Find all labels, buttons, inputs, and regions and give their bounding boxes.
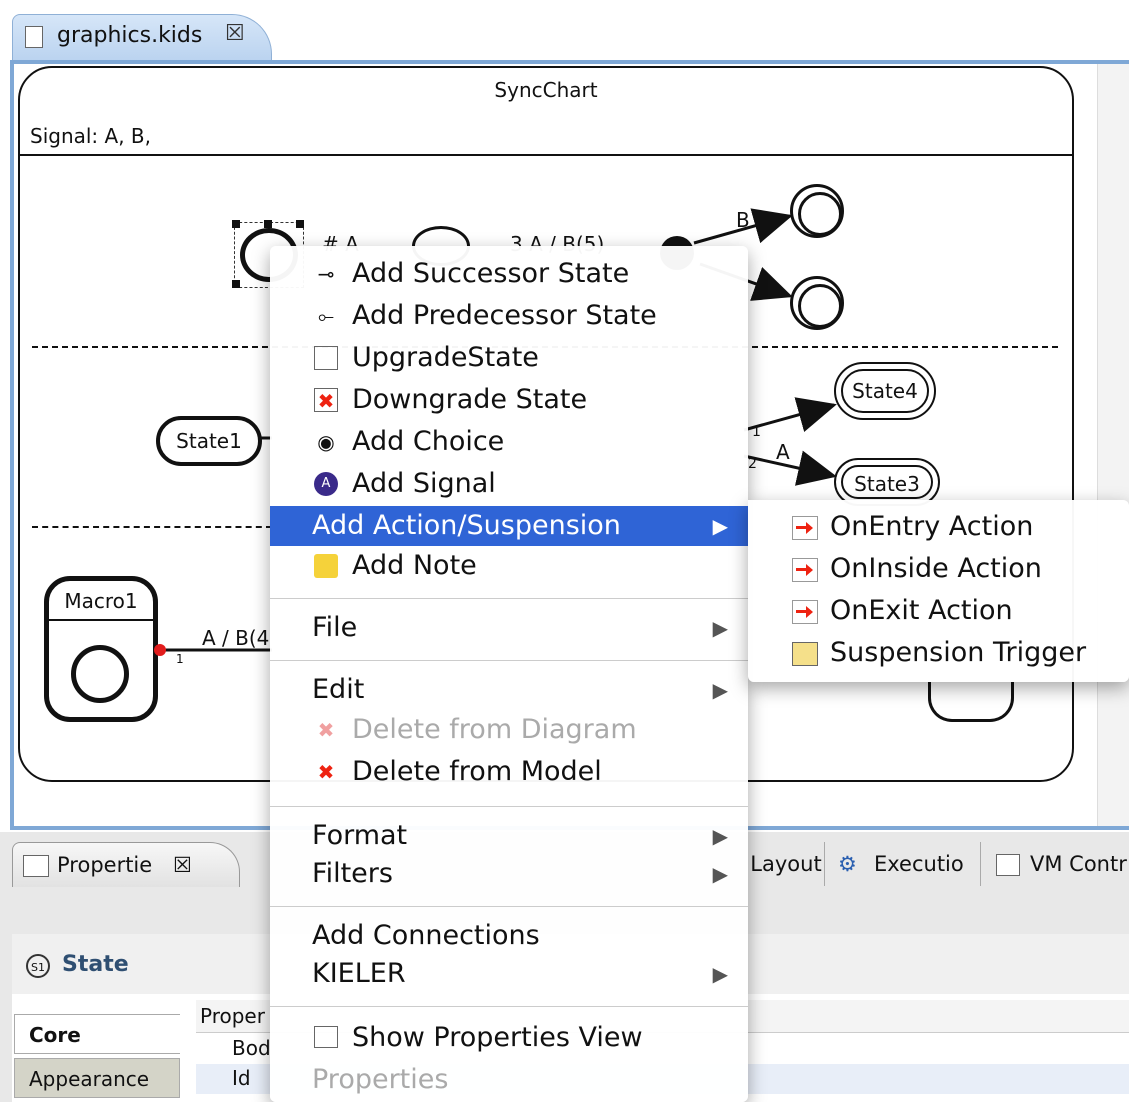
downgrade-icon: ✖: [314, 388, 338, 413]
signal-icon: A: [314, 472, 338, 496]
transition-label: B: [736, 208, 750, 232]
delete-icon: ✖: [317, 760, 335, 784]
menu-item-format[interactable]: Format ▶: [270, 816, 748, 856]
delete-icon: ✖: [317, 718, 335, 742]
state-badge-icon: S1: [26, 954, 50, 978]
note-icon: [314, 554, 338, 578]
priority-label: 2: [748, 456, 757, 472]
successor-icon: ⊸: [317, 262, 335, 286]
context-menu: ⊸ Add Successor State ⟜ Add Predecessor St…: [270, 246, 748, 1102]
resize-handle[interactable]: [232, 280, 240, 288]
predecessor-icon: ⟜: [318, 304, 334, 328]
menu-item-kieler[interactable]: KIELER ▶: [270, 954, 748, 994]
menu-item-edit[interactable]: Edit ▶: [270, 670, 748, 710]
resize-handle[interactable]: [232, 220, 240, 228]
tab-layout[interactable]: Layout: [748, 842, 825, 886]
properties-section-title: State: [62, 952, 129, 977]
submenu-arrow-icon: ▶: [712, 962, 728, 986]
gear-icon: ⚙: [838, 852, 857, 876]
transition-label: A / B(4: [202, 626, 270, 650]
final-state[interactable]: [790, 276, 844, 330]
tab-execution[interactable]: ⚙ Executio: [832, 842, 981, 886]
menu-item-add-connections[interactable]: Add Connections: [270, 916, 748, 956]
table-row[interactable]: Bod: [232, 1036, 271, 1060]
tab-properties[interactable]: Propertie ☒: [12, 842, 240, 887]
menu-separator: [270, 1006, 748, 1007]
submenu-item-onexit-action[interactable]: OnExit Action: [748, 590, 1129, 632]
menu-item-upgrade-state[interactable]: UpgradeState: [270, 338, 748, 378]
suspension-icon: [792, 642, 818, 666]
table-row[interactable]: Id: [232, 1066, 251, 1090]
menu-separator: [270, 660, 748, 661]
menu-separator: [270, 906, 748, 907]
macro1-inner-state[interactable]: [71, 645, 129, 703]
transition-label: A: [776, 440, 790, 464]
macro1-divider: [49, 619, 153, 621]
properties-view-icon: [23, 855, 49, 877]
submenu-item-suspension-trigger[interactable]: Suspension Trigger: [748, 632, 1129, 674]
state4[interactable]: State4: [834, 362, 936, 420]
menu-item-filters[interactable]: Filters ▶: [270, 854, 748, 894]
state1-label: State1: [176, 429, 242, 453]
macro1-state[interactable]: Macro1: [44, 576, 158, 722]
menu-item-file[interactable]: File ▶: [270, 608, 748, 648]
state3-label: State3: [841, 465, 933, 499]
final-state[interactable]: [790, 184, 844, 238]
menu-item-add-note[interactable]: Add Note: [270, 546, 748, 586]
submenu-item-onentry-action[interactable]: OnEntry Action: [748, 506, 1129, 548]
inside-action-icon: [792, 558, 818, 582]
menu-item-add-choice[interactable]: ◉ Add Choice: [270, 422, 748, 462]
partial-state[interactable]: [928, 682, 1014, 722]
close-tab-icon[interactable]: ☒: [173, 843, 192, 887]
menu-item-add-predecessor-state[interactable]: ⟜ Add Predecessor State: [270, 296, 748, 336]
choice-icon: ◉: [317, 430, 335, 454]
submenu-arrow-icon: ▶: [712, 678, 728, 702]
window-icon: [996, 854, 1020, 876]
menu-item-delete-from-diagram[interactable]: ✖ Delete from Diagram: [270, 710, 748, 750]
tab-properties-label: Propertie: [57, 853, 153, 877]
transition-source-handle[interactable]: [154, 644, 166, 656]
priority-label: 1: [176, 652, 184, 666]
menu-separator: [270, 806, 748, 807]
menu-item-delete-from-model[interactable]: ✖ Delete from Model: [270, 752, 748, 792]
menu-item-add-action-suspension[interactable]: Add Action/Suspension ▶: [270, 506, 748, 546]
resize-handle[interactable]: [296, 220, 304, 228]
side-tab-appearance[interactable]: Appearance: [14, 1058, 180, 1098]
menu-separator: [270, 598, 748, 599]
column-header-property: Proper: [200, 1004, 265, 1028]
menu-item-show-properties-view[interactable]: Show Properties View: [270, 1018, 748, 1058]
tab-vm-control[interactable]: VM Contr: [990, 842, 1129, 886]
submenu-arrow-icon: ▶: [712, 514, 728, 538]
tab-vm-control-label: VM Contr: [1030, 852, 1127, 876]
macro1-label: Macro1: [64, 589, 138, 613]
submenu-arrow-icon: ▶: [712, 616, 728, 640]
action-suspension-submenu: OnEntry Action OnInside Action OnExit Ac…: [748, 500, 1129, 682]
properties-icon: [314, 1026, 338, 1048]
submenu-arrow-icon: ▶: [712, 824, 728, 848]
priority-label: 1: [752, 424, 761, 440]
side-tab-core[interactable]: Core: [14, 1014, 180, 1054]
menu-item-properties[interactable]: Properties: [270, 1060, 748, 1100]
state3[interactable]: State3: [834, 458, 940, 506]
menu-item-add-signal[interactable]: A Add Signal: [270, 464, 748, 504]
submenu-arrow-icon: ▶: [712, 862, 728, 886]
upgrade-icon: [314, 346, 338, 370]
tab-execution-label: Executio: [874, 852, 964, 876]
exit-action-icon: [792, 600, 818, 624]
menu-item-downgrade-state[interactable]: ✖ Downgrade State: [270, 380, 748, 420]
resize-handle[interactable]: [264, 220, 272, 228]
entry-action-icon: [792, 516, 818, 540]
menu-item-add-successor-state[interactable]: ⊸ Add Successor State: [270, 254, 748, 294]
state1[interactable]: State1: [156, 416, 262, 466]
submenu-item-oninside-action[interactable]: OnInside Action: [748, 548, 1129, 590]
state4-label: State4: [841, 369, 929, 413]
